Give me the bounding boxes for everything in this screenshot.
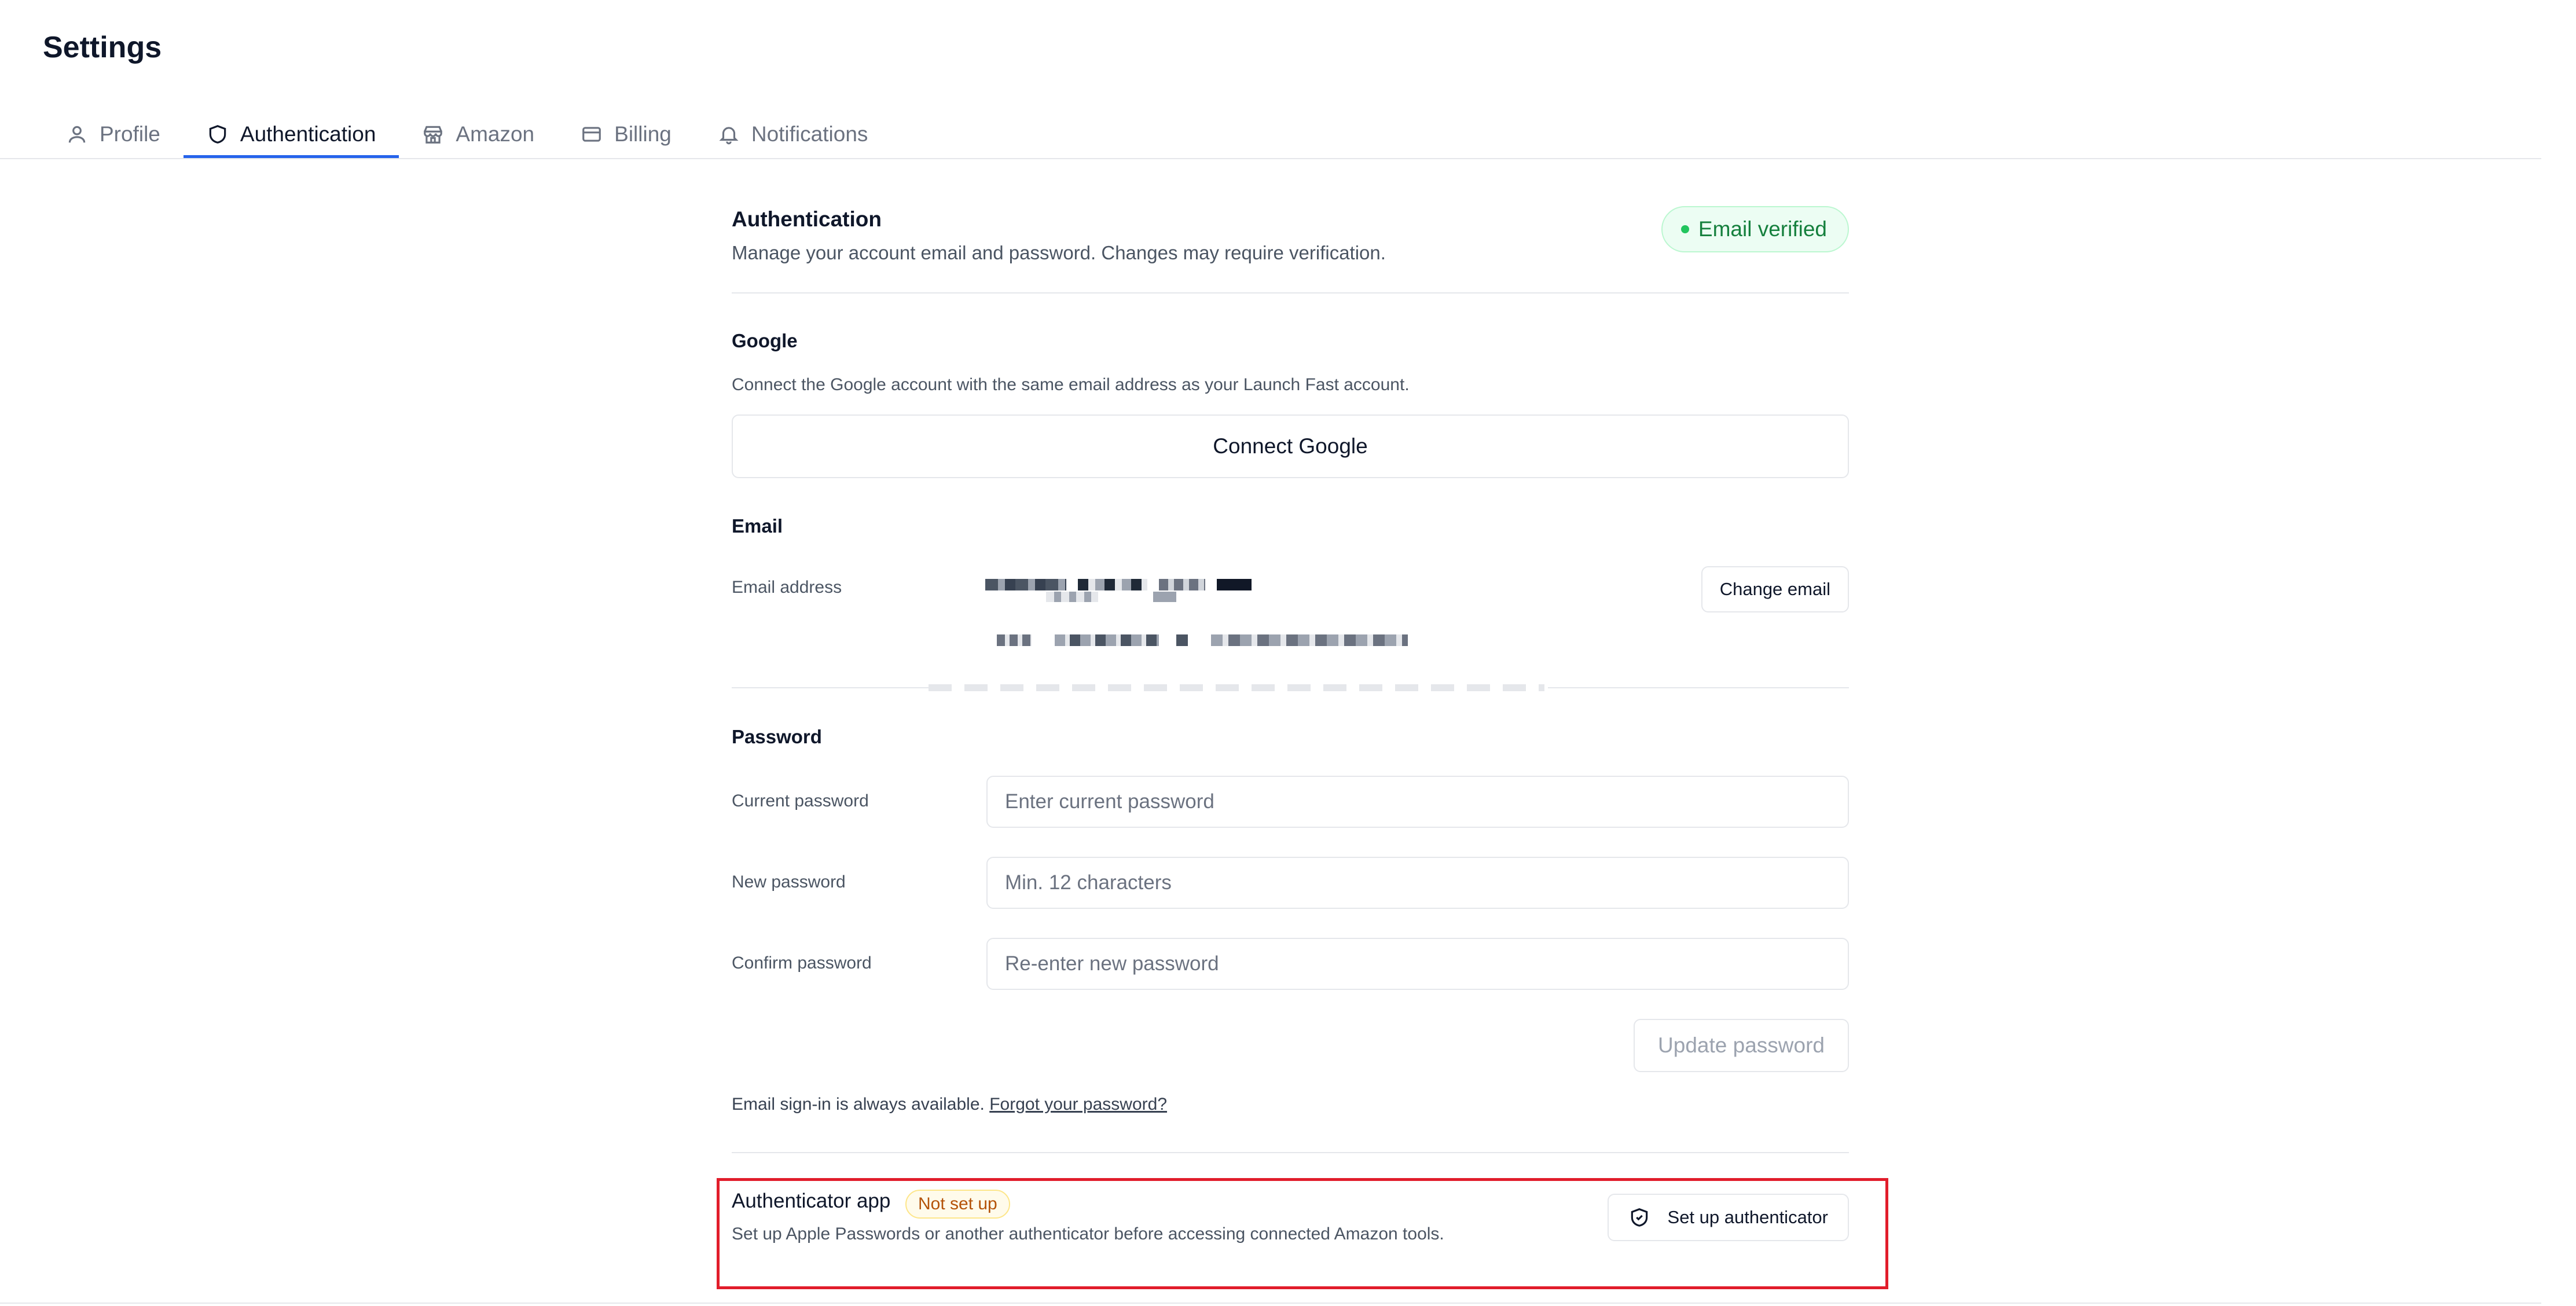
google-title: Google — [732, 330, 798, 351]
credit-card-icon — [582, 127, 601, 142]
current-password-input[interactable] — [986, 776, 1849, 828]
tab-notifications[interactable]: Notifications — [695, 110, 891, 159]
settings-tabs: Profile Authentication Amazon Billing No… — [43, 110, 891, 159]
new-password-label: New password — [732, 872, 846, 892]
email-verified-badge: Email verified — [1661, 206, 1849, 252]
section-title: Authentication — [732, 207, 882, 231]
update-password-button[interactable]: Update password — [1634, 1019, 1849, 1072]
confirm-password-label: Confirm password — [732, 953, 872, 973]
new-password-input[interactable] — [986, 857, 1849, 909]
bottom-divider — [0, 1303, 2541, 1304]
google-description: Connect the Google account with the same… — [732, 375, 1410, 394]
tab-label: Billing — [614, 122, 671, 146]
section-description: Manage your account email and password. … — [732, 242, 1386, 263]
tab-label: Notifications — [751, 122, 868, 146]
user-icon — [68, 126, 86, 143]
change-email-button[interactable]: Change email — [1701, 566, 1849, 612]
password-title: Password — [732, 726, 822, 747]
connect-google-button[interactable]: Connect Google — [732, 414, 1849, 478]
bell-icon — [719, 127, 739, 145]
shield-icon — [209, 125, 226, 144]
divider — [732, 687, 929, 688]
tab-amazon[interactable]: Amazon — [399, 110, 557, 159]
tabs-divider — [0, 158, 2541, 159]
password-note: Email sign-in is always available. Forgo… — [732, 1095, 1167, 1114]
email-address-label: Email address — [732, 578, 842, 597]
tab-label: Amazon — [456, 122, 535, 146]
tab-profile[interactable]: Profile — [43, 110, 184, 159]
current-password-label: Current password — [732, 791, 869, 810]
page-title: Settings — [43, 31, 162, 64]
divider — [732, 292, 1849, 294]
email-title: Email — [732, 515, 783, 537]
store-icon — [424, 126, 443, 144]
status-dot-icon — [1680, 225, 1689, 233]
tab-label: Authentication — [240, 122, 376, 146]
divider — [732, 1152, 1849, 1153]
tab-billing[interactable]: Billing — [557, 110, 695, 159]
password-note-text: Email sign-in is always available. — [732, 1095, 985, 1114]
badge-label: Email verified — [1698, 217, 1827, 241]
tab-label: Profile — [100, 122, 160, 146]
confirm-password-input[interactable] — [986, 938, 1849, 990]
tab-authentication[interactable]: Authentication — [183, 110, 399, 159]
divider — [1548, 687, 1849, 688]
forgot-password-link[interactable]: Forgot your password? — [989, 1095, 1167, 1114]
highlight-box — [717, 1178, 1888, 1289]
